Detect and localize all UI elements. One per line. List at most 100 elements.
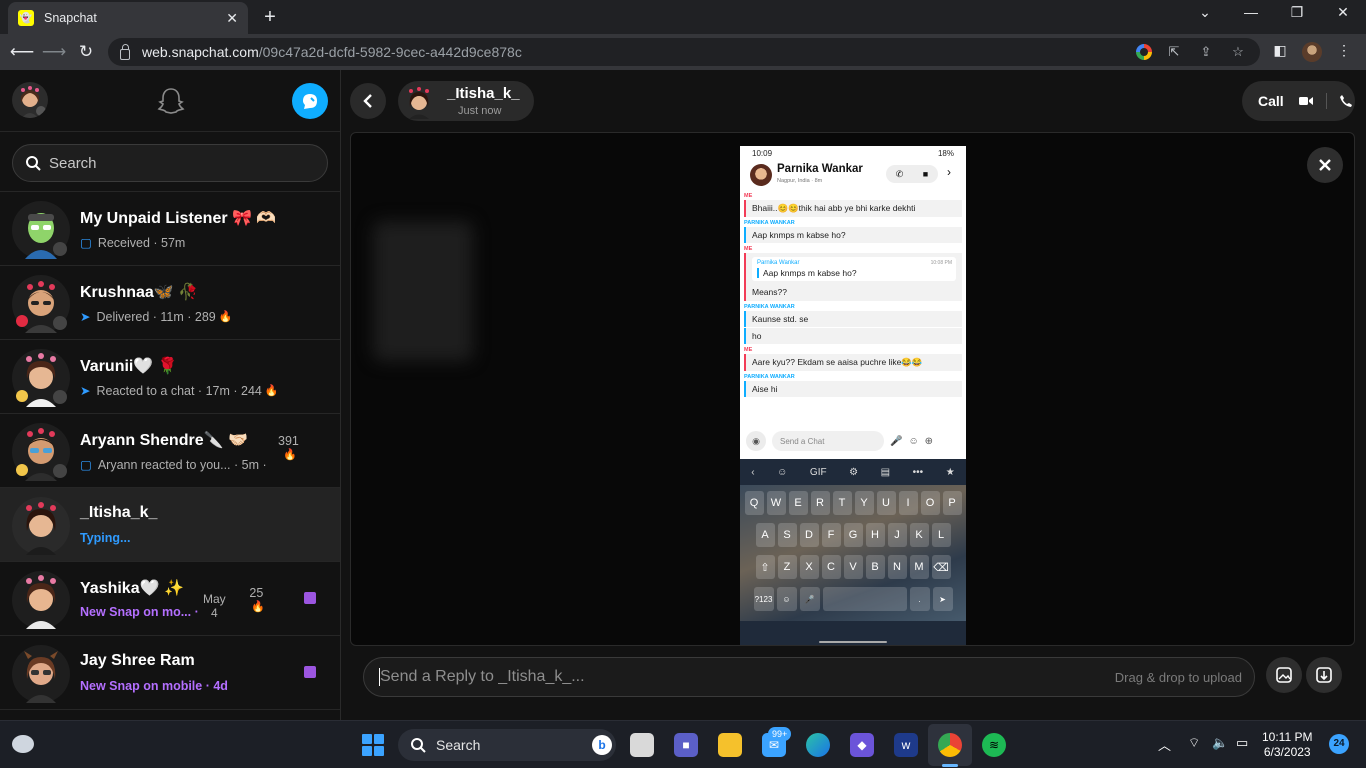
phone-icon: ✆ xyxy=(895,168,904,179)
call-label[interactable]: Call xyxy=(1258,93,1284,109)
kebab-menu-icon[interactable]: ⋮ xyxy=(1334,42,1354,59)
back-button[interactable] xyxy=(350,83,386,119)
new-snap-status: New Snap on mo... · xyxy=(80,605,199,619)
keyboard-key: B xyxy=(865,555,885,579)
new-tab-button[interactable]: + xyxy=(258,6,282,29)
quote-name: Parnika Wankar xyxy=(757,260,800,266)
keyboard-key: ➤ xyxy=(932,587,953,611)
video-call-icon[interactable] xyxy=(1298,95,1314,107)
keyboard-key: Y xyxy=(854,491,874,515)
reply-input[interactable]: Send a Reply to _Itisha_k_... Drag & dro… xyxy=(363,657,1255,697)
chat-row[interactable]: Krushnaa🦋 🥀 ➤ Delivered · 11m · 289 🔥 xyxy=(0,266,340,340)
chat-row[interactable]: My Unpaid Listener 🎀 🫶🏻 ▢ Received · 57m xyxy=(0,192,340,266)
memories-button[interactable] xyxy=(1266,657,1302,693)
chat-row[interactable]: Yashika🤍 ✨ New Snap on mo... · May 4 25 … xyxy=(0,562,340,636)
forward-arrow-icon[interactable]: ⟶ xyxy=(42,40,66,64)
system-clock[interactable]: 10:11 PM 6/3/2023 xyxy=(1262,730,1312,760)
keyboard-key: W xyxy=(766,491,786,515)
chevron-up-icon[interactable]: ︿ xyxy=(1158,735,1171,754)
phone-time: 10:09 xyxy=(752,149,773,158)
taskbar-search[interactable]: Search b xyxy=(398,729,616,761)
keyboard-key: M xyxy=(909,555,929,579)
keyboard-key: H xyxy=(865,523,885,547)
wifi-icon[interactable]: ⌔ xyxy=(1188,735,1200,751)
spotify-icon[interactable]: ≋ xyxy=(982,733,1006,757)
open-in-app-icon[interactable]: ⇱ xyxy=(1166,44,1182,60)
quoted-reply: Parnika Wankar 10:08 PM Aap knmps m kabs… xyxy=(744,253,962,301)
keyboard-key: J xyxy=(887,523,907,547)
chat-row[interactable]: Aryann Shendre🔪 🤝🏻 ▢ Aryann reacted to y… xyxy=(0,414,340,488)
message: Aap knmps m kabse ho? xyxy=(744,227,962,243)
my-bitmoji-avatar[interactable] xyxy=(12,82,48,118)
emoji-icon: ☺ xyxy=(777,466,788,478)
file-explorer-icon[interactable] xyxy=(718,733,742,757)
chat-status: ➤ Reacted to a chat · 17m · 244 🔥 xyxy=(80,383,279,399)
bookmark-star-icon[interactable]: ☆ xyxy=(1230,44,1246,60)
back-arrow-icon[interactable]: ⟵ xyxy=(10,40,34,64)
new-chat-button[interactable] xyxy=(292,83,328,119)
chat-row[interactable]: Varunii🤍 🌹 ➤ Reacted to a chat · 17m · 2… xyxy=(0,340,340,414)
upload-button[interactable] xyxy=(1306,657,1342,693)
search-wrapper: Search xyxy=(0,132,340,192)
chrome-icon[interactable] xyxy=(938,733,962,757)
keyboard-key: R xyxy=(810,491,830,515)
message: Kaunse std. se xyxy=(744,311,962,327)
message: Means?? xyxy=(752,287,787,297)
restore-button[interactable]: ❐ xyxy=(1274,4,1320,21)
mic-icon: 🎤 xyxy=(890,435,903,447)
task-view-icon[interactable] xyxy=(630,733,654,757)
teams-icon[interactable]: ■ xyxy=(674,733,698,757)
gif-icon: GIF xyxy=(809,466,827,478)
reload-icon[interactable]: ↻ xyxy=(74,40,98,64)
profile-avatar[interactable] xyxy=(1302,42,1322,62)
webex-icon[interactable]: w xyxy=(894,733,918,757)
close-viewer-button[interactable] xyxy=(1307,147,1343,183)
address-bar[interactable]: web.snapchat.com/09c47a2d-dcfd-5982-9cec… xyxy=(108,38,1260,66)
weather-icon[interactable] xyxy=(12,735,34,753)
keyboard-key: X xyxy=(799,555,819,579)
chat-row[interactable]: Jay Shree Ram New Snap on mobile · 4d xyxy=(0,636,340,710)
snapchat-favicon-icon: 👻 xyxy=(18,10,34,26)
streak-fire-icon: 🔥 xyxy=(283,449,297,461)
keyboard-key: I xyxy=(898,491,918,515)
minimize-button[interactable]: — xyxy=(1228,4,1274,20)
copilot-icon[interactable]: ◆ xyxy=(850,733,874,757)
share-icon[interactable]: ⇪ xyxy=(1198,44,1214,60)
google-icon[interactable] xyxy=(1136,44,1152,60)
tab-close-icon[interactable]: ✕ xyxy=(226,10,238,27)
chat-status: ▢ Aryann reacted to you... · 5m · xyxy=(80,457,267,473)
chat-row-selected[interactable]: _Itisha_k_ Typing... xyxy=(0,488,340,562)
video-icon: ■ xyxy=(922,169,929,179)
search-input[interactable]: Search xyxy=(12,144,328,182)
battery-icon[interactable]: ▭ xyxy=(1236,735,1248,751)
start-button[interactable] xyxy=(362,734,384,756)
tab-search-icon[interactable]: ⌄ xyxy=(1182,4,1228,21)
phone-call-icon[interactable] xyxy=(1339,94,1353,108)
keyboard-key: U xyxy=(876,491,896,515)
side-panel-icon[interactable]: ◧ xyxy=(1270,42,1290,59)
keyboard-key: ⌫ xyxy=(931,555,951,579)
keyboard-key: G xyxy=(843,523,863,547)
edge-icon[interactable] xyxy=(806,733,830,757)
close-window-button[interactable]: ✕ xyxy=(1320,4,1366,21)
sticker-icon: ☺ xyxy=(908,435,919,447)
ghost-stories-icon[interactable] xyxy=(157,86,185,116)
keyboard-key: S xyxy=(777,523,797,547)
plus-icon: ⊕ xyxy=(924,435,934,447)
sender-label: PARNIKA WANKAR xyxy=(744,304,795,310)
clock-date: 6/3/2023 xyxy=(1263,745,1311,759)
clipboard-icon: ▤ xyxy=(880,466,891,478)
streak-fire-icon: 🔥 xyxy=(218,311,233,323)
browser-tab[interactable]: 👻 Snapchat ✕ xyxy=(8,2,248,34)
settings-icon: ⚙ xyxy=(849,466,859,478)
volume-icon[interactable]: 🔈 xyxy=(1212,735,1228,751)
friend-header[interactable]: _Itisha_k_ Just now xyxy=(398,81,534,121)
chevron-left-icon: ‹ xyxy=(751,466,755,478)
keyboard-key: F xyxy=(821,523,841,547)
notification-badge[interactable]: 24 xyxy=(1329,734,1349,754)
phone-chat-header: Parnika Wankar Nagpur, India · 8m ✆ ■ › xyxy=(740,160,966,190)
keyboard-key: A xyxy=(755,523,775,547)
keyboard-row: QWERTYUIOP xyxy=(740,491,966,515)
blurred-background xyxy=(373,221,473,361)
bitmoji-avatar xyxy=(12,423,70,481)
